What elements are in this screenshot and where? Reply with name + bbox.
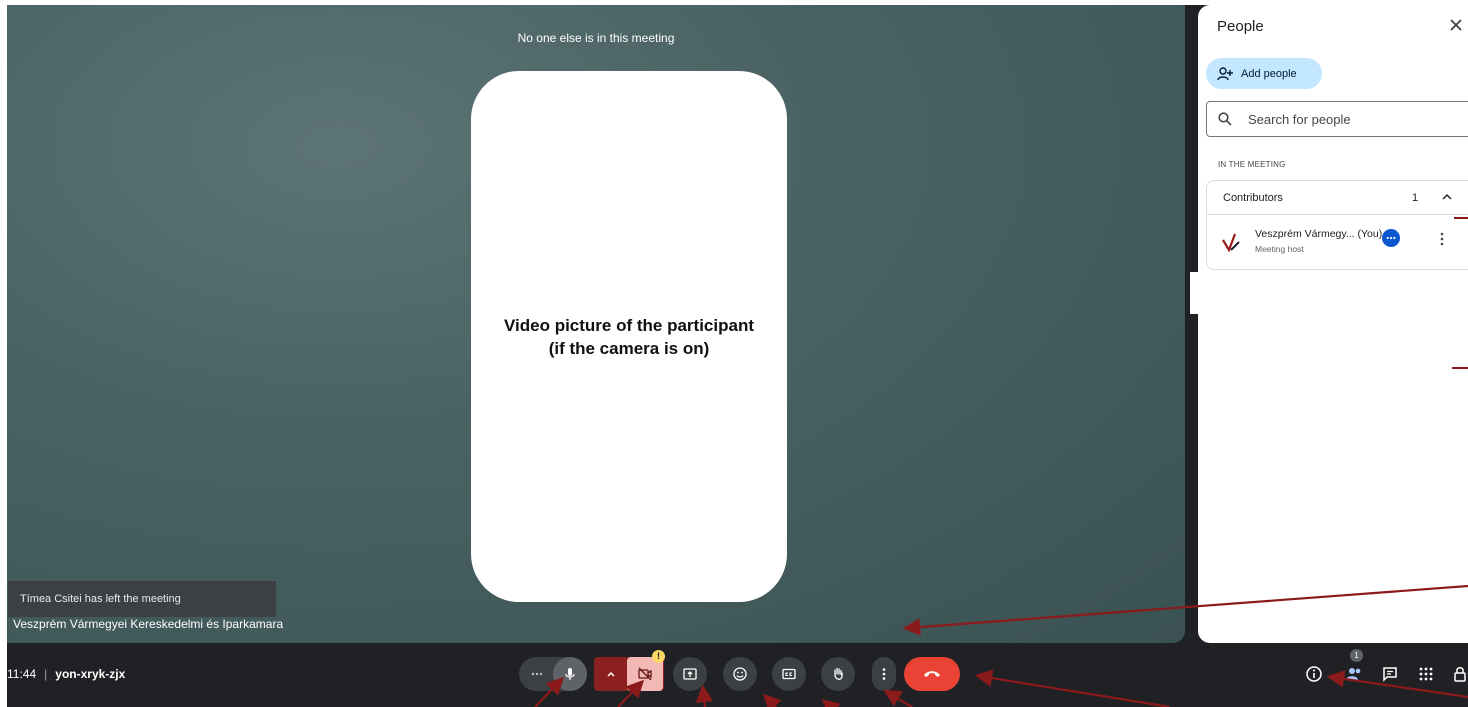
reactions-button[interactable] xyxy=(723,657,757,691)
present-screen-icon xyxy=(683,668,697,680)
add-person-icon xyxy=(1217,66,1233,80)
camera-off-icon xyxy=(638,667,652,681)
search-people-input[interactable] xyxy=(1246,110,1450,128)
panel-title: People xyxy=(1217,18,1264,35)
panel-gap xyxy=(1190,272,1198,314)
meeting-time: 11:44 xyxy=(7,667,37,681)
emoji-icon xyxy=(733,667,747,681)
left-edge xyxy=(0,0,7,707)
chevron-up-icon[interactable] xyxy=(1441,192,1453,202)
contributors-group: Contributors 1 Veszprém Vármegy... (You)… xyxy=(1206,180,1468,270)
in-meeting-section-label: IN THE MEETING xyxy=(1218,160,1286,169)
control-bar: 11:44 | yon-xryk-zjx ! 1 xyxy=(0,643,1468,707)
meeting-info-icon[interactable] xyxy=(1305,665,1323,683)
meeting-details: 11:44 | yon-xryk-zjx xyxy=(7,667,126,681)
add-people-button[interactable]: Add people xyxy=(1206,58,1322,89)
people-icon[interactable] xyxy=(1345,665,1363,683)
participant-name-label: Veszprém Vármegyei Kereskedelmi és Ipark… xyxy=(13,617,284,631)
more-actions-badge[interactable] xyxy=(1382,229,1400,247)
chevron-up-icon xyxy=(607,671,615,677)
people-count-badge: 1 xyxy=(1350,649,1363,662)
close-panel-button[interactable] xyxy=(1446,15,1466,35)
microphone-icon xyxy=(565,668,575,680)
search-people-field[interactable] xyxy=(1206,101,1468,137)
host-controls-icon[interactable] xyxy=(1452,665,1468,683)
audio-options-button[interactable] xyxy=(520,657,554,691)
closed-captions-icon xyxy=(782,668,796,680)
contributors-count: 1 xyxy=(1412,192,1419,204)
participant-name: Veszprém Vármegy... (You) xyxy=(1255,228,1383,240)
more-vert-icon[interactable] xyxy=(1439,232,1445,246)
annotation-mark xyxy=(1454,217,1468,219)
more-options-button[interactable] xyxy=(872,657,896,691)
close-icon xyxy=(1450,19,1462,31)
more-horiz-icon xyxy=(531,672,543,676)
end-call-icon xyxy=(924,671,940,677)
captions-button[interactable] xyxy=(772,657,806,691)
participant-video-tile: Video picture of the participant (if the… xyxy=(471,71,787,602)
add-people-label: Add people xyxy=(1241,67,1297,80)
activities-grid-icon[interactable] xyxy=(1417,665,1435,683)
participant-role: Meeting host xyxy=(1255,244,1304,254)
present-screen-button[interactable] xyxy=(673,657,707,691)
meeting-code: yon-xryk-zjx xyxy=(55,667,126,681)
meeting-notice: No one else is in this meeting xyxy=(517,31,675,45)
organization-logo-icon xyxy=(1222,233,1240,252)
more-vert-icon xyxy=(882,668,886,680)
search-icon xyxy=(1218,112,1232,126)
contributors-title: Contributors xyxy=(1223,192,1283,204)
microphone-button[interactable] xyxy=(553,657,587,691)
raise-hand-button[interactable] xyxy=(821,657,855,691)
contributors-header[interactable]: Contributors 1 xyxy=(1207,181,1468,215)
camera-warning-badge: ! xyxy=(652,650,665,663)
video-placeholder-text: Video picture of the participant (if the… xyxy=(504,315,754,358)
people-panel: People Add people IN THE MEETING Contrib… xyxy=(1198,5,1468,643)
left-meeting-toast: Tímea Csitei has left the meeting xyxy=(8,581,276,617)
leave-call-button[interactable] xyxy=(904,657,960,691)
video-stage: No one else is in this meeting Video pic… xyxy=(7,5,1185,643)
hand-icon xyxy=(834,667,843,680)
video-options-button[interactable] xyxy=(596,657,626,691)
ellipsis-icon xyxy=(1386,236,1396,240)
chat-icon[interactable] xyxy=(1381,665,1399,683)
annotation-mark xyxy=(1452,367,1468,369)
